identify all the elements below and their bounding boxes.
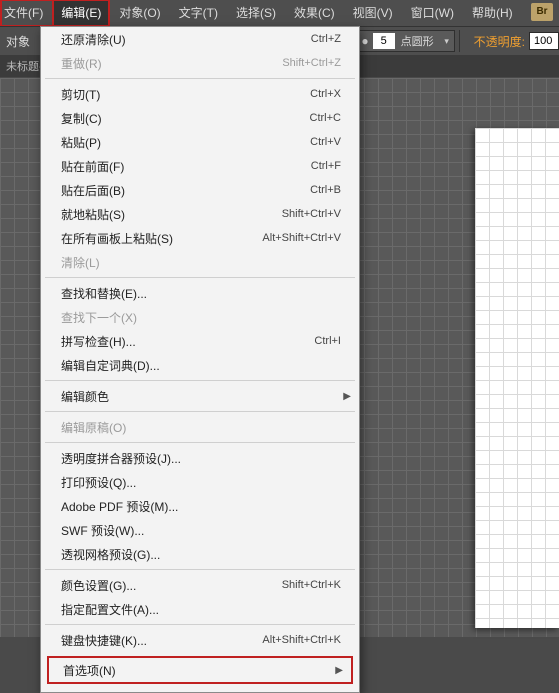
artboard-grid [475, 128, 559, 628]
menuitem-paste-all-artboards[interactable]: 在所有画板上粘贴(S)Alt+Shift+Ctrl+V [41, 226, 359, 250]
menuitem-perspective-preset[interactable]: 透视网格预设(G)... [41, 542, 359, 566]
menu-object[interactable]: 对象(O) [110, 1, 169, 25]
menuitem-swf-preset[interactable]: SWF 预设(W)... [41, 518, 359, 542]
edit-menu-dropdown: 还原清除(U)Ctrl+Z 重做(R)Shift+Ctrl+Z 剪切(T)Ctr… [40, 26, 360, 693]
menuitem-find-next: 查找下一个(X) [41, 305, 359, 329]
menuitem-assign-profile[interactable]: 指定配置文件(A)... [41, 597, 359, 621]
menuitem-copy[interactable]: 复制(C)Ctrl+C [41, 106, 359, 130]
separator-icon [459, 30, 460, 52]
menu-separator [45, 569, 355, 570]
menu-view[interactable]: 视图(V) [344, 1, 402, 25]
menuitem-undo[interactable]: 还原清除(U)Ctrl+Z [41, 27, 359, 51]
menuitem-edit-original: 编辑原稿(O) [41, 415, 359, 439]
menu-bar: 文件(F) 编辑(E) 对象(O) 文字(T) 选择(S) 效果(C) 视图(V… [0, 0, 559, 26]
chevron-down-icon[interactable]: ▾ [440, 36, 454, 47]
menuitem-paste-back[interactable]: 贴在后面(B)Ctrl+B [41, 178, 359, 202]
menu-edit[interactable]: 编辑(E) [52, 0, 110, 27]
stroke-dropdown[interactable]: ● 5 点圆形 ▾ [356, 30, 454, 52]
highlight-preferences: 首选项(N)▶ [47, 656, 353, 684]
chevron-right-icon: ▶ [335, 665, 343, 676]
menu-separator [45, 277, 355, 278]
menu-effect[interactable]: 效果(C) [285, 1, 344, 25]
menuitem-paste[interactable]: 粘贴(P)Ctrl+V [41, 130, 359, 154]
menuitem-transparency-preset[interactable]: 透明度拼合器预设(J)... [41, 446, 359, 470]
menu-separator [45, 380, 355, 381]
menu-window[interactable]: 窗口(W) [402, 1, 463, 25]
stroke-style: 点圆形 [395, 33, 440, 49]
opacity-field[interactable]: 100 [529, 32, 559, 50]
opacity-label: 不透明度: [474, 33, 525, 50]
menuitem-keyboard-shortcuts[interactable]: 键盘快捷键(K)...Alt+Shift+Ctrl+K [41, 628, 359, 652]
menuitem-find-replace[interactable]: 查找和替换(E)... [41, 281, 359, 305]
document-tab[interactable]: 未标题- [6, 58, 43, 74]
menuitem-color-settings[interactable]: 颜色设置(G)...Shift+Ctrl+K [41, 573, 359, 597]
menuitem-paste-front[interactable]: 贴在前面(F)Ctrl+F [41, 154, 359, 178]
menuitem-paste-in-place[interactable]: 就地粘贴(S)Shift+Ctrl+V [41, 202, 359, 226]
target-label: 对象 [0, 33, 36, 50]
menuitem-edit-colors[interactable]: 编辑颜色▶ [41, 384, 359, 408]
menu-type[interactable]: 文字(T) [170, 1, 227, 25]
artboard[interactable] [475, 128, 559, 628]
menu-separator [45, 78, 355, 79]
menuitem-custom-dictionary[interactable]: 编辑自定词典(D)... [41, 353, 359, 377]
bridge-button[interactable]: Br [531, 3, 553, 21]
menuitem-print-preset[interactable]: 打印预设(Q)... [41, 470, 359, 494]
menu-separator [45, 411, 355, 412]
menuitem-redo: 重做(R)Shift+Ctrl+Z [41, 51, 359, 75]
menu-select[interactable]: 选择(S) [227, 1, 285, 25]
stroke-value[interactable]: 5 [373, 33, 395, 49]
menuitem-spell-check[interactable]: 拼写检查(H)...Ctrl+I [41, 329, 359, 353]
menuitem-preferences[interactable]: 首选项(N)▶ [49, 658, 351, 682]
menu-file[interactable]: 文件(F) [0, 0, 52, 27]
menu-separator [45, 624, 355, 625]
menuitem-pdf-preset[interactable]: Adobe PDF 预设(M)... [41, 494, 359, 518]
menu-separator [45, 442, 355, 443]
menuitem-clear: 清除(L) [41, 250, 359, 274]
menu-help[interactable]: 帮助(H) [463, 1, 522, 25]
menuitem-cut[interactable]: 剪切(T)Ctrl+X [41, 82, 359, 106]
chevron-right-icon: ▶ [343, 391, 351, 402]
